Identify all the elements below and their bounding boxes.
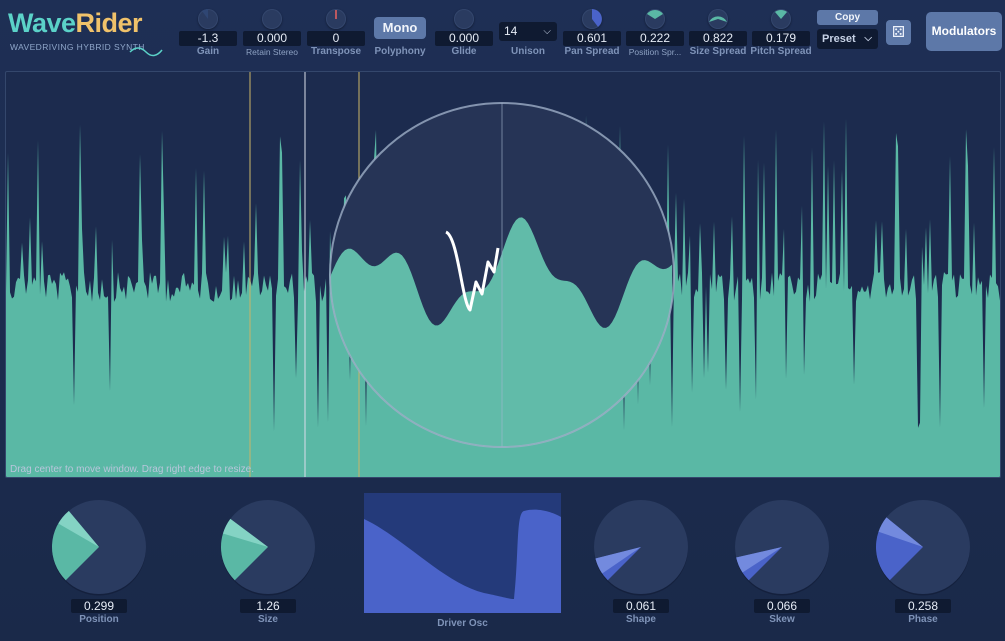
pitch-spread-value[interactable]: 0.179 (752, 31, 810, 46)
logo-rider-text: Rider (75, 8, 143, 38)
retain-stereo-label: Retain Stereo (246, 47, 298, 57)
unison-label: Unison (511, 46, 545, 57)
retain-stereo-control[interactable]: 0.000 Retain Stereo (241, 6, 303, 60)
position-spread-value[interactable]: 0.222 (626, 31, 684, 46)
phase-knob[interactable] (873, 497, 973, 597)
shape-label: Shape (625, 614, 656, 625)
transpose-knob[interactable] (326, 9, 346, 29)
transpose-value[interactable]: 0 (307, 31, 365, 46)
skew-value[interactable]: 0.066 (754, 599, 810, 613)
pitch-spread-knob[interactable] (771, 9, 791, 29)
logo-tagline: WAVEDRIVING HYBRID SYNTH (10, 42, 145, 52)
phase-value[interactable]: 0.258 (895, 599, 951, 613)
pitch-spread-label: Pitch Spread (750, 46, 812, 57)
driver-osc-display[interactable] (364, 493, 561, 613)
glide-knob[interactable] (454, 9, 474, 29)
retain-stereo-value[interactable]: 0.000 (243, 31, 301, 46)
gain-control[interactable]: -1.3 Gain (177, 6, 239, 60)
logo-wordmark: WaveRider (8, 8, 143, 39)
waverider-window: WaveRider WAVEDRIVING HYBRID SYNTH -1.3 … (0, 0, 1005, 641)
waverider-logo: WaveRider WAVEDRIVING HYBRID SYNTH (8, 8, 168, 58)
logo-wave-text: Wave (8, 8, 76, 38)
preset-select[interactable]: Preset ⌵ (817, 29, 878, 49)
chevron-down-icon: ⌵ (543, 26, 551, 37)
pan-spread-value[interactable]: 0.601 (563, 31, 621, 46)
driver-osc-shape (364, 509, 561, 613)
waveform-hint: Drag center to move window. Drag right e… (10, 464, 255, 475)
gain-label: Gain (196, 46, 220, 57)
shape-knob-control[interactable]: 0.061 Shape (586, 492, 696, 632)
phase-label: Phase (908, 614, 938, 625)
skew-label: Skew (769, 614, 795, 625)
glide-label: Glide (451, 46, 477, 57)
position-spread-control[interactable]: 0.222 Position Spr... (624, 6, 686, 60)
skew-knob[interactable] (732, 497, 832, 597)
size-value[interactable]: 1.26 (240, 599, 296, 613)
waveform-display[interactable]: Drag center to move window. Drag right e… (5, 71, 1001, 478)
gain-value[interactable]: -1.3 (179, 31, 237, 46)
pitch-spread-control[interactable]: 0.179 Pitch Spread (750, 6, 812, 60)
transpose-control[interactable]: 0 Transpose (305, 6, 367, 60)
gain-knob[interactable] (198, 9, 218, 29)
randomize-dice-button[interactable]: ⚄ (886, 20, 911, 45)
unison-value: 14 (504, 24, 518, 38)
size-knob-control[interactable]: 1.26 Size (213, 492, 323, 632)
position-spread-knob[interactable] (645, 9, 665, 29)
copy-button[interactable]: Copy (817, 10, 878, 25)
chevron-down-icon: ⌵ (864, 33, 872, 44)
grain-window-ring[interactable] (329, 102, 675, 448)
driver-osc-label: Driver Osc (437, 618, 488, 629)
size-label: Size (257, 614, 278, 625)
retain-stereo-knob[interactable] (262, 9, 282, 29)
polyphony-mono-button[interactable]: Mono (374, 17, 426, 39)
preset-label: Preset (822, 33, 856, 45)
dice-icon: ⚄ (891, 24, 906, 41)
position-label: Position (79, 614, 119, 625)
polyphony-label: Polyphony (374, 46, 426, 57)
size-spread-control[interactable]: 0.822 Size Spread (687, 6, 749, 60)
shape-value[interactable]: 0.061 (613, 599, 669, 613)
phase-knob-control[interactable]: 0.258 Phase (868, 492, 978, 632)
position-knob-control[interactable]: 0.299 Position (44, 492, 154, 632)
pan-spread-control[interactable]: 0.601 Pan Spread (561, 6, 623, 60)
glide-value[interactable]: 0.000 (435, 31, 493, 46)
size-spread-knob[interactable] (708, 9, 728, 29)
logo-swoosh-icon (129, 47, 163, 57)
pan-spread-knob[interactable] (582, 9, 602, 29)
position-value[interactable]: 0.299 (71, 599, 127, 613)
position-knob[interactable] (49, 497, 149, 597)
skew-knob-control[interactable]: 0.066 Skew (727, 492, 837, 632)
size-knob[interactable] (218, 497, 318, 597)
transpose-label: Transpose (310, 46, 362, 57)
size-spread-value[interactable]: 0.822 (689, 31, 747, 46)
shape-knob[interactable] (591, 497, 691, 597)
modulators-button[interactable]: Modulators (926, 12, 1002, 51)
glide-control[interactable]: 0.000 Glide (433, 6, 495, 60)
unison-select[interactable]: 14 ⌵ (499, 22, 557, 41)
waveform-svg (6, 72, 1000, 477)
